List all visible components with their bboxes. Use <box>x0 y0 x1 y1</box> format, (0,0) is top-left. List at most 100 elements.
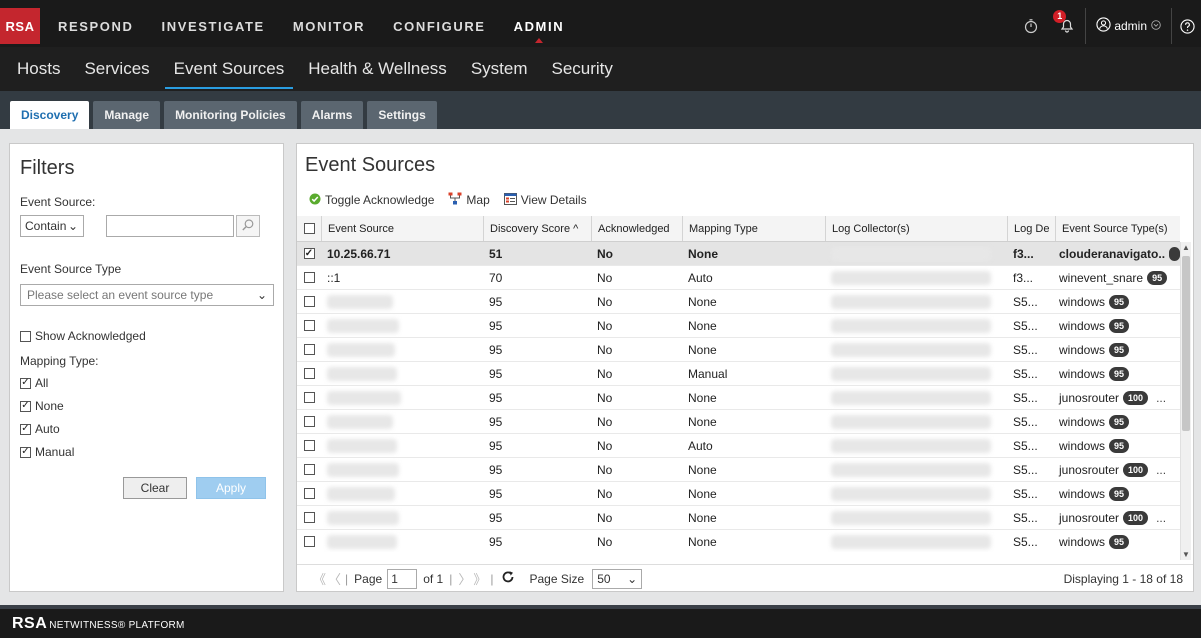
mapping-type-manual-row[interactable]: ✓ Manual <box>20 445 74 459</box>
user-menu[interactable]: admin <box>1085 8 1171 44</box>
view-details-button[interactable]: View Details <box>503 192 587 208</box>
table-row[interactable]: ✓ 10.25.66.71 51 No None f3... clouderanavigat… <box>297 242 1180 266</box>
row-checkbox[interactable] <box>303 272 315 283</box>
row-checkbox[interactable]: ✓ <box>303 248 315 259</box>
table-row[interactable]: 95 No None S5... windows 95 <box>297 290 1180 314</box>
table-row[interactable]: 95 No None S5... windows 95 <box>297 338 1180 362</box>
row-checkbox[interactable] <box>303 416 315 427</box>
search-button[interactable] <box>236 215 260 237</box>
row-checkbox[interactable] <box>303 296 315 307</box>
row-select-cell[interactable] <box>297 434 321 457</box>
row-select-cell[interactable] <box>297 362 321 385</box>
event-source-type-select[interactable]: Please select an event source type ⌄ <box>20 284 274 306</box>
table-row[interactable]: 95 No None S5... windows 95 <box>297 530 1180 552</box>
show-acknowledged-checkbox[interactable] <box>20 330 31 342</box>
notifications-button[interactable]: 1 <box>1049 8 1085 44</box>
sub-nav-security[interactable]: Security <box>552 47 613 91</box>
last-page-icon[interactable]: 》 <box>473 569 486 588</box>
table-row[interactable]: 95 No None S5... windows 95 <box>297 482 1180 506</box>
row-checkbox[interactable] <box>303 344 315 355</box>
sub-nav-hosts[interactable]: Hosts <box>17 47 60 91</box>
row-checkbox[interactable] <box>303 488 315 499</box>
clear-button[interactable]: Clear <box>123 477 187 499</box>
scroll-up-icon[interactable]: ▲ <box>1182 243 1190 252</box>
tab-settings[interactable]: Settings <box>367 101 437 129</box>
refresh-icon[interactable] <box>501 570 515 587</box>
row-select-cell[interactable] <box>297 338 321 361</box>
col-log-decoder[interactable]: Log De <box>1007 216 1055 241</box>
sub-nav-event-sources[interactable]: Event Sources <box>164 47 293 91</box>
row-select-cell[interactable] <box>297 314 321 337</box>
row-checkbox[interactable] <box>303 464 315 475</box>
tab-manage[interactable]: Manage <box>93 101 161 129</box>
mapping-type-none-checkbox[interactable]: ✓ <box>20 400 31 412</box>
main-nav-admin[interactable]: ADMIN <box>514 19 565 43</box>
table-row[interactable]: 95 No Manual S5... windows 95 <box>297 362 1180 386</box>
prev-page-icon[interactable]: 〈 <box>328 569 341 588</box>
row-select-cell[interactable] <box>297 530 321 552</box>
row-checkbox[interactable] <box>303 512 315 523</box>
toggle-acknowledge-button[interactable]: Toggle Acknowledge <box>309 193 434 208</box>
rsa-logo[interactable]: RSA <box>0 8 40 44</box>
tab-monitoring-policies[interactable]: Monitoring Policies <box>164 101 297 129</box>
more-types-icon[interactable]: ... <box>1156 463 1166 477</box>
row-checkbox[interactable] <box>303 320 315 331</box>
next-page-icon[interactable]: 〉 <box>458 569 471 588</box>
page-number-input[interactable]: 1 <box>387 568 418 589</box>
mapping-type-manual-checkbox[interactable]: ✓ <box>20 446 31 458</box>
col-acknowledged[interactable]: Acknowledged <box>591 216 682 241</box>
show-acknowledged-row[interactable]: Show Acknowledged <box>20 329 146 343</box>
tab-alarms[interactable]: Alarms <box>300 101 364 129</box>
table-row[interactable]: ::1 70 No Auto f3... winevent_snare 95 <box>297 266 1180 290</box>
more-types-icon[interactable]: ... <box>1156 511 1166 525</box>
row-checkbox[interactable] <box>303 536 315 547</box>
match-mode-select[interactable]: Contain ⌄ <box>20 215 84 237</box>
main-nav-monitor[interactable]: MONITOR <box>293 19 365 34</box>
main-nav-investigate[interactable]: INVESTIGATE <box>162 19 265 34</box>
table-row[interactable]: 95 No None S5... windows 95 <box>297 314 1180 338</box>
row-select-cell[interactable]: ✓ <box>297 242 321 265</box>
mapping-type-all-row[interactable]: ✓ All <box>20 376 48 390</box>
event-source-input[interactable] <box>106 215 234 237</box>
map-button[interactable]: Map <box>448 192 490 208</box>
row-checkbox[interactable] <box>303 440 315 451</box>
timer-icon[interactable] <box>1013 8 1049 44</box>
row-select-cell[interactable] <box>297 266 321 289</box>
col-event-source[interactable]: Event Source <box>321 216 483 241</box>
select-all-cell[interactable] <box>297 216 321 241</box>
mapping-type-auto-checkbox[interactable]: ✓ <box>20 423 31 435</box>
col-log-collectors[interactable]: Log Collector(s) <box>825 216 1007 241</box>
table-row[interactable]: 95 No None S5... junosrouter 100... <box>297 386 1180 410</box>
help-icon[interactable] <box>1171 8 1201 44</box>
scrollbar-thumb[interactable] <box>1182 256 1190 431</box>
grid-vertical-scrollbar[interactable]: ▲ ▼ <box>1180 242 1191 560</box>
scroll-down-icon[interactable]: ▼ <box>1182 550 1190 559</box>
table-row[interactable]: 95 No None S5... junosrouter 100... <box>297 506 1180 530</box>
row-select-cell[interactable] <box>297 482 321 505</box>
apply-button[interactable]: Apply <box>196 477 266 499</box>
col-discovery-score[interactable]: Discovery Score ^ <box>483 216 591 241</box>
sub-nav-health-wellness[interactable]: Health & Wellness <box>308 47 447 91</box>
first-page-icon[interactable]: 《 <box>313 569 326 588</box>
row-checkbox[interactable] <box>303 392 315 403</box>
main-nav-respond[interactable]: RESPOND <box>58 19 134 34</box>
table-row[interactable]: 95 No None S5... junosrouter 100... <box>297 458 1180 482</box>
sub-nav-system[interactable]: System <box>471 47 528 91</box>
table-row[interactable]: 95 No Auto S5... windows 95 <box>297 434 1180 458</box>
select-all-checkbox[interactable] <box>303 223 315 234</box>
row-select-cell[interactable] <box>297 290 321 313</box>
mapping-type-all-checkbox[interactable]: ✓ <box>20 377 31 389</box>
row-checkbox[interactable] <box>303 368 315 379</box>
more-types-icon[interactable]: ... <box>1156 391 1166 405</box>
mapping-type-auto-row[interactable]: ✓ Auto <box>20 422 60 436</box>
table-row[interactable]: 95 No None S5... windows 95 <box>297 410 1180 434</box>
col-mapping-type[interactable]: Mapping Type <box>682 216 825 241</box>
main-nav-configure[interactable]: CONFIGURE <box>393 19 485 34</box>
row-select-cell[interactable] <box>297 506 321 529</box>
row-select-cell[interactable] <box>297 458 321 481</box>
row-select-cell[interactable] <box>297 386 321 409</box>
page-size-select[interactable]: 50 ⌄ <box>592 568 643 589</box>
sub-nav-services[interactable]: Services <box>84 47 149 91</box>
mapping-type-none-row[interactable]: ✓ None <box>20 399 64 413</box>
tab-discovery[interactable]: Discovery <box>10 101 90 129</box>
